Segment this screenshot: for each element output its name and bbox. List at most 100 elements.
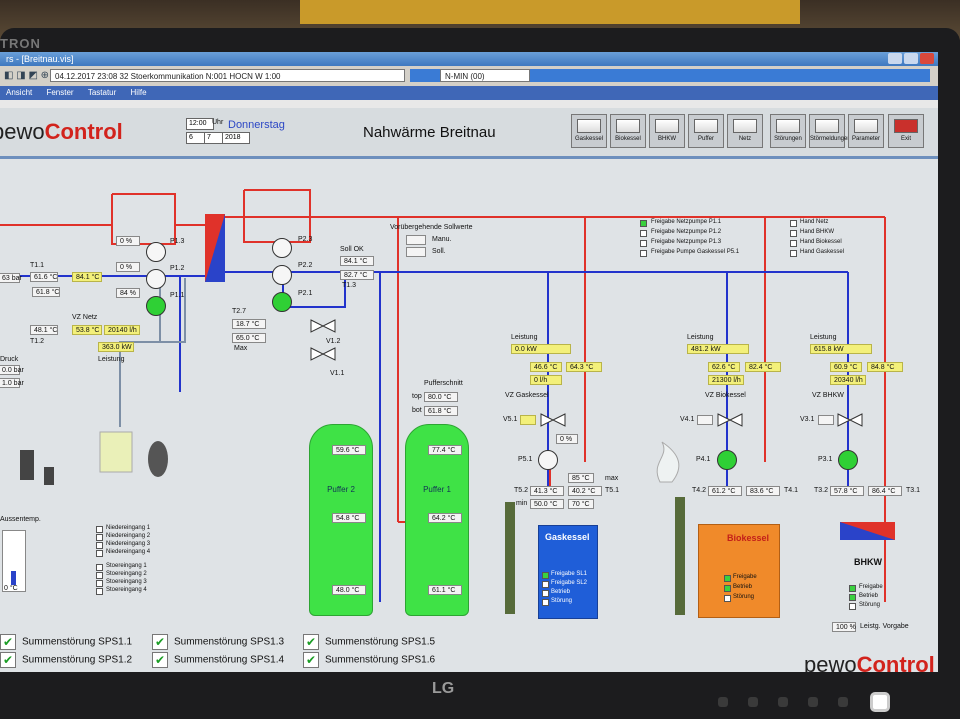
nav-parameter-button[interactable]: Parameter [848, 114, 884, 148]
pump-p23-icon[interactable] [272, 238, 292, 258]
v31-label: V3.1 [800, 416, 815, 423]
gaskessel-unit[interactable]: Gaskessel Freigabe SL1 Freigabe SL2 Betr… [538, 525, 598, 619]
t32-value: 57.8 °C [830, 486, 864, 496]
bio-status-3 [724, 595, 731, 602]
t41-value: 83.6 °C [746, 486, 780, 496]
piping-diagram [0, 189, 895, 615]
menu-item-tastatur[interactable]: Tastatur [88, 88, 116, 97]
status-field-2[interactable]: N-MIN (00) [440, 69, 530, 82]
release-checkbox[interactable] [640, 250, 647, 257]
ps-top-label: top [412, 393, 422, 400]
input-checkbox [96, 550, 103, 557]
hand-checkbox[interactable] [790, 240, 797, 247]
biokessel-unit[interactable]: Biokessel Freigabe Betrieb Störung [698, 524, 780, 618]
monitor-button[interactable] [808, 697, 818, 707]
monitor-button[interactable] [748, 697, 758, 707]
gas-min-value: 50.0 °C [530, 499, 564, 509]
bhkw-status-3 [849, 603, 856, 610]
minimize-button[interactable] [888, 53, 902, 64]
puffer-1-label: Puffer 1 [423, 485, 451, 494]
toolbar-icons[interactable]: ◧ ◨ ◩ ⊕ [4, 70, 49, 81]
day-name: Donnerstag [228, 119, 285, 131]
puffer-1-tank[interactable]: Puffer 1 77.4 °C 64.2 °C 61.1 °C [405, 424, 469, 616]
hand-label: Hand Netz [800, 219, 829, 225]
pressure-2: 1.0 bar [0, 378, 24, 388]
chart-icon [655, 119, 679, 133]
pump-p13-icon[interactable] [146, 242, 166, 262]
pewo-logo: pewoControl [0, 119, 123, 144]
puffer-2-tank[interactable]: Puffer 2 59.6 °C 54.8 °C 48.0 °C [309, 424, 373, 616]
v41-box[interactable] [697, 415, 713, 425]
pencil-icon [854, 119, 878, 133]
outside-temp-label: Aussentemp. [0, 516, 41, 523]
v31-box[interactable] [818, 415, 834, 425]
bio-temp-b: 82.4 °C [745, 362, 781, 372]
summary-fault-item: ✔ Summenstörung SPS1.4 [152, 652, 284, 668]
nav-puffer-button[interactable]: Puffer [688, 114, 724, 148]
v51-box[interactable] [520, 415, 536, 425]
t31-value: 86.4 °C [868, 486, 902, 496]
hand-checkbox[interactable] [790, 230, 797, 237]
monitor-button[interactable] [778, 697, 788, 707]
nav-bhkw-button[interactable]: BHKW [649, 114, 685, 148]
input-checkbox [96, 564, 103, 571]
power-button[interactable] [870, 692, 890, 712]
nav-stoermeldungen-button[interactable]: Störmeldungen [809, 114, 851, 148]
hand-checkbox[interactable] [790, 250, 797, 257]
nav-netz-button[interactable]: Netz [727, 114, 763, 148]
date-year[interactable]: 2018 [222, 132, 250, 144]
release-checkbox[interactable] [640, 240, 647, 247]
bhkw-temp-b: 84.8 °C [867, 362, 903, 372]
pump-p31-icon[interactable] [838, 450, 858, 470]
t52-label: T5.2 [514, 487, 529, 494]
date-month[interactable]: 7 [204, 132, 224, 144]
pump-p12-icon[interactable] [146, 269, 166, 289]
t13-label: T1.3 [342, 282, 357, 289]
nav-biokessel-button[interactable]: Biokessel [610, 114, 646, 148]
nav-stoerungen-button[interactable]: Störungen [770, 114, 806, 148]
p41-label: P4.1 [696, 456, 711, 463]
process-diagram: 63 bar T1.1 61.6 °C 61.8 °C 84.1 °C T1.2… [0, 162, 938, 672]
puffer-avg-bottom: 61.8 °C [424, 406, 458, 416]
monitor-button[interactable] [838, 697, 848, 707]
t12-value: 48.1 °C [30, 325, 58, 335]
monitor-button[interactable] [718, 697, 728, 707]
menu-item-hilfe[interactable]: Hilfe [131, 88, 147, 97]
bio-temp-a: 62.6 °C [708, 362, 740, 372]
summary-fault-label: Summenstörung SPS1.2 [22, 654, 133, 666]
input-checkbox [96, 588, 103, 595]
menu-item-ansicht[interactable]: Ansicht [6, 88, 32, 97]
p51-label: P5.1 [518, 456, 533, 463]
pump-p11-icon[interactable] [146, 296, 166, 316]
status-field[interactable]: 04.12.2017 23:08 32 Stoerkommunikation N… [50, 69, 405, 82]
menu-item-fenster[interactable]: Fenster [46, 88, 73, 97]
pump-p51-icon[interactable] [538, 450, 558, 470]
release-checkbox[interactable] [640, 230, 647, 237]
p22-label: P2.2 [298, 262, 313, 269]
soll-box[interactable] [406, 247, 426, 257]
pump-p21-icon[interactable] [272, 292, 292, 312]
t11-value: 61.6 °C [30, 272, 58, 282]
summary-fault-label: Summenstörung SPS1.5 [325, 636, 436, 648]
manual-box[interactable] [406, 235, 426, 245]
v41-label: V4.1 [680, 416, 695, 423]
bhkw-power-setpoint[interactable]: 100 % [832, 622, 856, 632]
gas-status-2 [542, 581, 549, 588]
nav-exit-button[interactable]: Exit [888, 114, 924, 148]
maximize-button[interactable] [904, 53, 918, 64]
nav-gaskessel-button[interactable]: Gaskessel [571, 114, 607, 148]
pump-p41-icon[interactable] [717, 450, 737, 470]
hand-checkbox[interactable] [790, 220, 797, 227]
date-day[interactable]: 6 [186, 132, 206, 144]
input-label: Niedereingang 1 [106, 525, 151, 531]
time-field[interactable]: 12:00 [186, 118, 214, 130]
close-button[interactable] [920, 53, 934, 64]
release-checkbox[interactable] [640, 220, 647, 227]
input-checkbox [96, 572, 103, 579]
pump-p22-icon[interactable] [272, 265, 292, 285]
footer-logo: pewoControl [804, 652, 935, 672]
max-value: 65.0 °C [232, 333, 266, 343]
t51-label: T5.1 [605, 487, 620, 494]
toolbar: ◧ ◨ ◩ ⊕ 04.12.2017 23:08 32 Stoerkommuni… [0, 66, 938, 87]
outside-thermometer [2, 530, 26, 592]
